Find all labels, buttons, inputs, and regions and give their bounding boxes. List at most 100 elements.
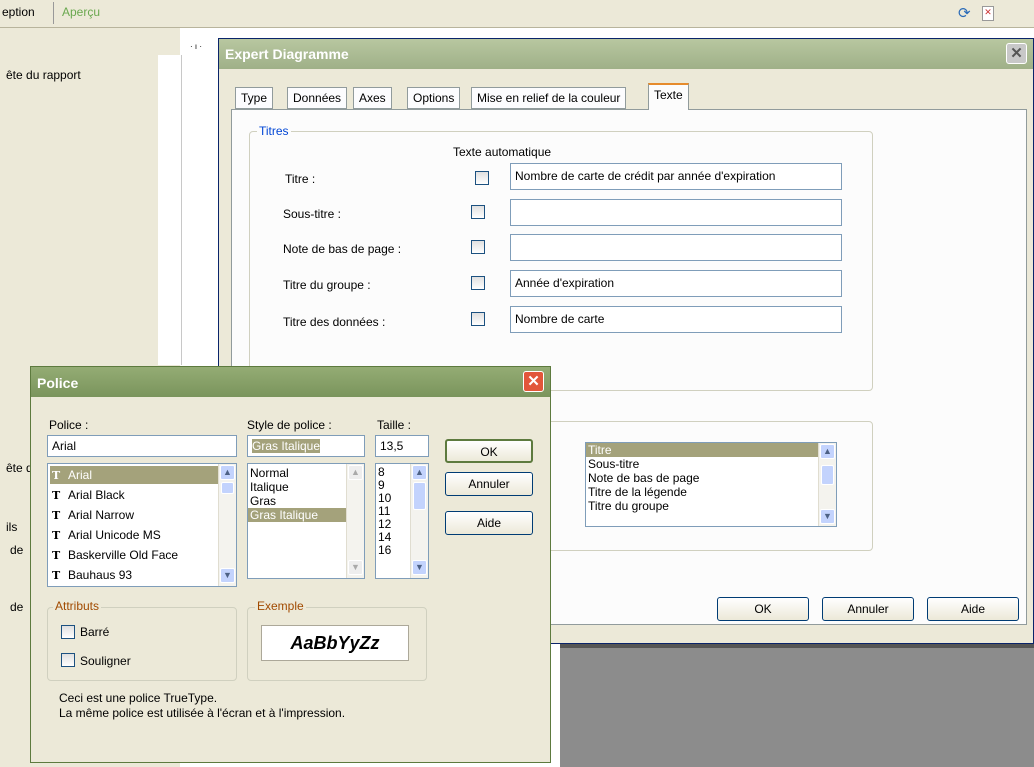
titre-auto-checkbox[interactable] xyxy=(475,171,489,185)
section-de-2[interactable]: de xyxy=(10,600,23,614)
titre-input[interactable]: Nombre de carte de crédit par année d'ex… xyxy=(510,163,842,190)
scroll-thumb[interactable] xyxy=(221,482,234,494)
font-name: Bauhaus 93 xyxy=(68,568,133,582)
tab-type[interactable]: Type xyxy=(235,87,274,109)
truetype-icon: T xyxy=(52,529,61,542)
scroll-down-icon[interactable]: ▼ xyxy=(820,509,835,524)
taille-input[interactable]: 13,5 xyxy=(375,435,429,457)
scroll-up-icon[interactable]: ▲ xyxy=(820,444,835,459)
police-title: Police xyxy=(37,375,79,391)
scroll-thumb[interactable] xyxy=(821,465,834,485)
export-icon[interactable]: ✕ xyxy=(982,6,994,21)
sous-titre-auto-checkbox[interactable] xyxy=(471,205,485,219)
truetype-icon: T xyxy=(52,569,61,582)
tab-mise-en-relief[interactable]: Mise en relief de la couleur xyxy=(471,87,627,109)
font-scrollbar[interactable]: ▲ ▼ xyxy=(218,464,236,586)
truetype-icon: T xyxy=(52,509,61,522)
refresh-icon[interactable]: ⟳ xyxy=(958,4,978,22)
style-input[interactable]: Gras Italique xyxy=(247,435,365,457)
section-rapport-header[interactable]: ête du rapport xyxy=(6,68,81,82)
tab-texte[interactable]: Texte xyxy=(648,83,689,110)
note-input[interactable] xyxy=(510,234,842,261)
format-item[interactable]: Titre xyxy=(586,443,836,457)
note-label: Note de bas de page : xyxy=(283,242,402,256)
font-name: Arial Unicode MS xyxy=(68,528,161,542)
ruler-marks: · ı · xyxy=(190,42,202,51)
sous-titre-input[interactable] xyxy=(510,199,842,226)
close-icon[interactable]: ✕ xyxy=(1006,43,1027,64)
style-label: Style de police : xyxy=(247,418,332,432)
font-item-selected[interactable]: T Arial xyxy=(50,466,218,484)
truetype-icon: T xyxy=(52,549,61,562)
scroll-down-icon[interactable]: ▼ xyxy=(412,560,427,575)
designer-tab-bar: eption Aperçu ⟳ ✕ xyxy=(0,0,1034,28)
font-item[interactable]: T Arial Narrow xyxy=(50,506,134,524)
police-aide-button[interactable]: Aide xyxy=(445,511,533,535)
font-listbox[interactable]: T Arial T Arial Black T Arial Narrow T Arial… xyxy=(47,463,237,587)
tab-divider xyxy=(53,2,54,24)
note-auto-checkbox[interactable] xyxy=(471,240,485,254)
auto-text-header: Texte automatique xyxy=(453,145,552,159)
attributs-legend: Attributs xyxy=(53,599,102,613)
font-name: Arial Narrow xyxy=(68,508,135,522)
workspace-background xyxy=(560,640,1034,767)
titre-donnees-input[interactable]: Nombre de carte xyxy=(510,306,842,333)
police-label: Police : xyxy=(49,418,89,432)
attributs-group xyxy=(47,607,237,681)
font-sample: AaBbYyZz xyxy=(261,625,409,661)
format-item[interactable]: Note de bas de page xyxy=(586,471,836,485)
police-dialog: Police ✕ Police : Arial T Arial T Arial Bl… xyxy=(30,366,551,763)
section-de-1[interactable]: de xyxy=(10,543,23,557)
truetype-icon: T xyxy=(52,469,61,482)
scroll-thumb[interactable] xyxy=(413,482,426,510)
font-item[interactable]: T Bauhaus 93 xyxy=(50,566,132,584)
tab-options[interactable]: Options xyxy=(407,87,461,109)
ok-button[interactable]: OK xyxy=(717,597,809,621)
police-input[interactable]: Arial xyxy=(47,435,237,457)
tab-conception[interactable]: eption xyxy=(2,5,35,19)
barre-checkbox[interactable] xyxy=(61,625,75,639)
format-item[interactable]: Titre du groupe xyxy=(586,499,836,513)
section-entete[interactable]: ête d xyxy=(6,461,33,475)
font-item[interactable]: T Arial Unicode MS xyxy=(50,526,161,544)
style-listbox[interactable]: Normal Italique Gras Gras Italique ▲ ▼ xyxy=(247,463,365,579)
tab-apercu[interactable]: Aperçu xyxy=(62,5,100,19)
police-annuler-button[interactable]: Annuler xyxy=(445,472,533,496)
font-item[interactable]: T Arial Black xyxy=(50,486,125,504)
style-scrollbar[interactable]: ▲ ▼ xyxy=(346,464,364,578)
tab-axes[interactable]: Axes xyxy=(353,87,392,109)
format-listbox[interactable]: Titre Sous-titre Note de bas de page Tit… xyxy=(585,442,837,527)
tab-donnees[interactable]: Données xyxy=(287,87,348,109)
section-details[interactable]: ils xyxy=(6,520,17,534)
taille-listbox[interactable]: 8 9 10 11 12 14 16 ▲ ▼ xyxy=(375,463,429,579)
titre-donnees-auto-checkbox[interactable] xyxy=(471,312,485,326)
truetype-icon: T xyxy=(52,489,61,502)
info-line-1: Ceci est une police TrueType. xyxy=(59,691,218,705)
titre-groupe-label: Titre du groupe : xyxy=(283,278,371,292)
format-scrollbar[interactable]: ▲ ▼ xyxy=(818,443,836,526)
scroll-up-icon[interactable]: ▲ xyxy=(348,465,363,480)
format-item[interactable]: Sous-titre xyxy=(586,457,836,471)
style-item-selected[interactable]: Gras Italique xyxy=(248,508,346,522)
scroll-down-icon[interactable]: ▼ xyxy=(348,560,363,575)
titre-groupe-auto-checkbox[interactable] xyxy=(471,276,485,290)
annuler-button[interactable]: Annuler xyxy=(822,597,914,621)
scroll-up-icon[interactable]: ▲ xyxy=(220,465,235,480)
titre-label: Titre : xyxy=(285,172,316,186)
scroll-up-icon[interactable]: ▲ xyxy=(412,465,427,480)
scroll-down-icon[interactable]: ▼ xyxy=(220,568,235,583)
taille-scrollbar[interactable]: ▲ ▼ xyxy=(410,464,428,578)
format-item[interactable]: Titre de la légende xyxy=(586,485,836,499)
police-ok-button[interactable]: OK xyxy=(445,439,533,463)
close-icon[interactable]: ✕ xyxy=(523,371,544,392)
info-line-2: La même police est utilisée à l'écran et… xyxy=(59,706,346,720)
titre-groupe-input[interactable]: Année d'expiration xyxy=(510,270,842,297)
font-item[interactable]: T Baskerville Old Face xyxy=(50,546,178,564)
taille-label: Taille : xyxy=(377,418,412,432)
titre-donnees-label: Titre des données : xyxy=(283,315,386,329)
vertical-ruler xyxy=(158,55,182,365)
souligner-checkbox[interactable] xyxy=(61,653,75,667)
barre-label: Barré xyxy=(80,625,110,639)
souligner-label: Souligner xyxy=(80,654,131,668)
aide-button[interactable]: Aide xyxy=(927,597,1019,621)
